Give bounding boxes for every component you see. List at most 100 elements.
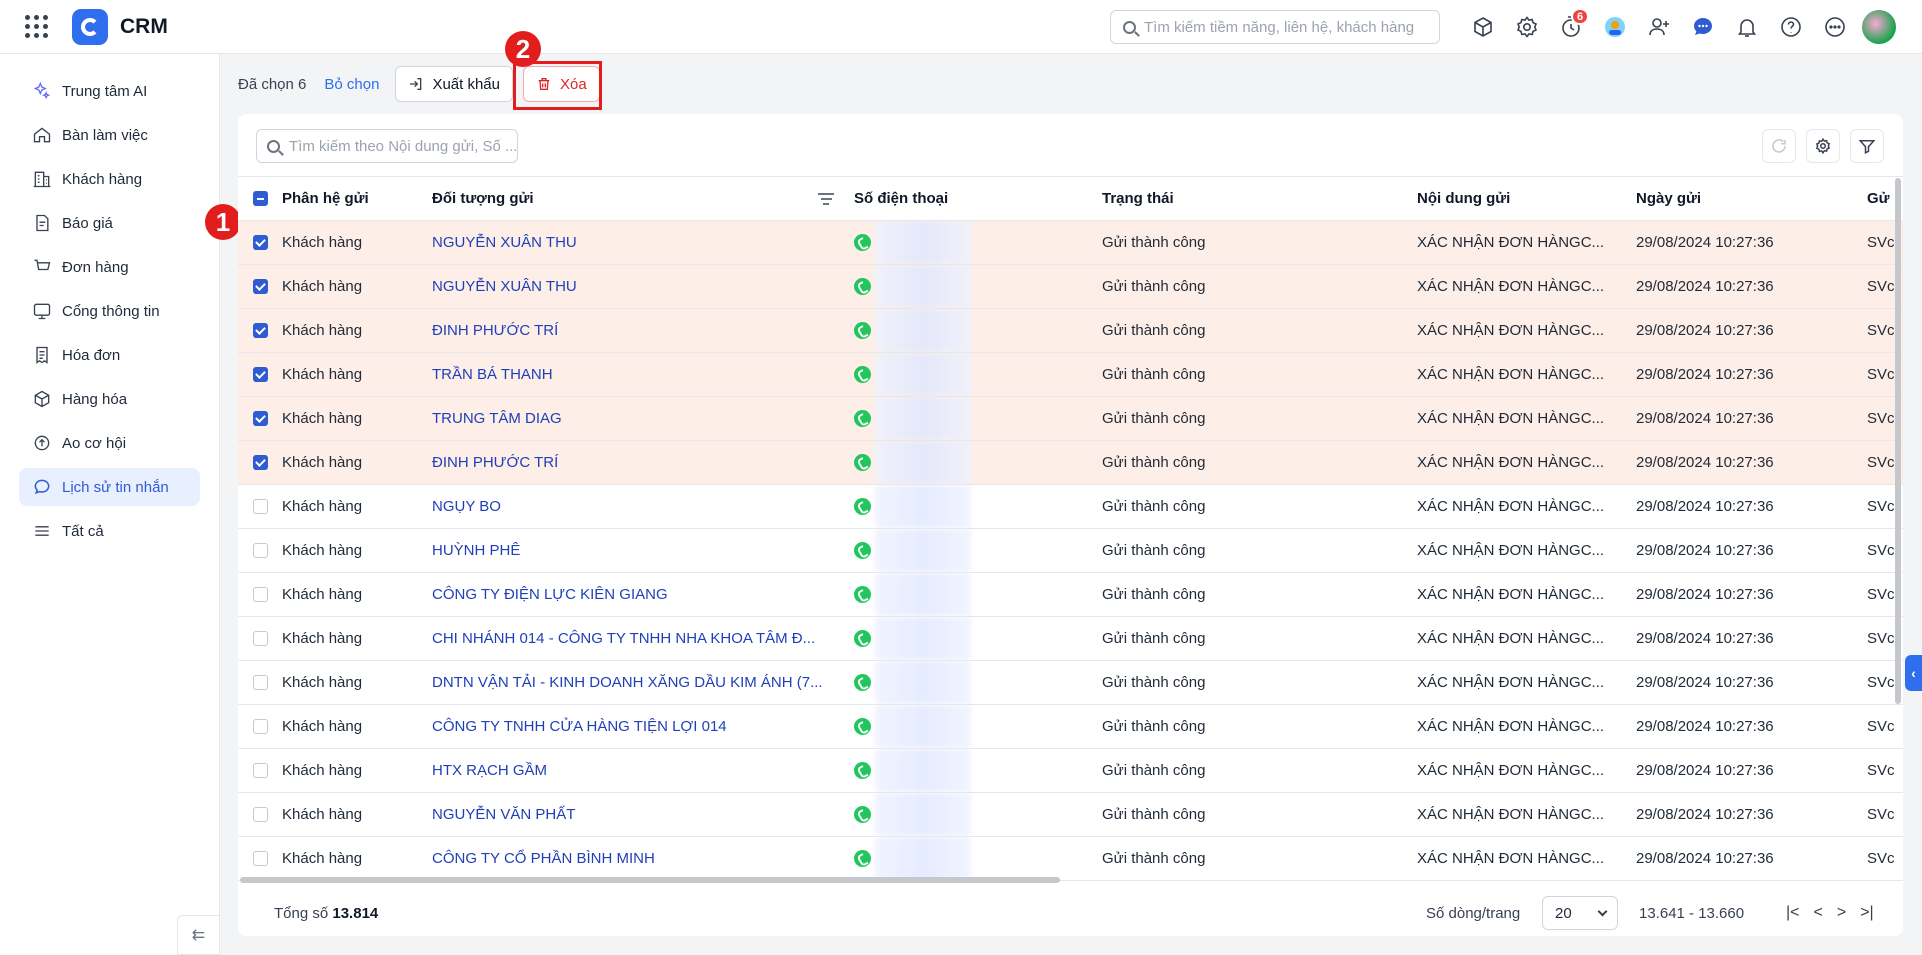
phone-icon[interactable] (854, 454, 871, 471)
sidebar-item-menu[interactable]: Tất cả (19, 512, 200, 550)
settings-gear-icon[interactable] (1509, 9, 1545, 45)
column-header-status[interactable]: Trạng thái (1102, 176, 1417, 221)
timer-icon[interactable]: 6 (1553, 8, 1589, 45)
target-link[interactable]: DNTN VẬN TẢI - KINH DOANH XĂNG DẦU KIM Á… (432, 674, 823, 691)
target-link[interactable]: CÔNG TY CỔ PHẦN BÌNH MINH (432, 850, 655, 867)
column-header-module[interactable]: Phân hệ gửi (282, 176, 432, 221)
next-page-icon[interactable]: > (1837, 904, 1846, 922)
column-filter-icon[interactable] (818, 190, 834, 208)
column-header-phone[interactable]: Số điện thoại (854, 176, 1102, 221)
phone-icon[interactable] (854, 234, 871, 251)
more-icon[interactable] (1817, 9, 1853, 45)
row-checkbox[interactable] (253, 455, 268, 470)
row-checkbox[interactable] (253, 367, 268, 382)
clear-selection-link[interactable]: Bỏ chọn (324, 76, 379, 93)
sidebar-item-sparkles[interactable]: Trung tâm AI (19, 72, 200, 110)
phone-icon[interactable] (854, 542, 871, 559)
help-icon[interactable] (1773, 9, 1809, 45)
row-checkbox[interactable] (253, 499, 268, 514)
target-link[interactable]: NGỤY BO (432, 498, 501, 515)
target-link[interactable]: CHI NHÁNH 014 - CÔNG TY TNHH NHA KHOA TÂ… (432, 630, 815, 647)
prev-page-icon[interactable]: < (1814, 904, 1823, 922)
sidebar-item-quote-doc[interactable]: Báo giá (19, 204, 200, 242)
bell-icon[interactable] (1729, 9, 1765, 45)
table-row[interactable]: Khách hàng NGUYỄN XUÂN THU Gửi thành công X… (238, 220, 1903, 265)
target-link[interactable]: NGUYỄN XUÂN THU (432, 278, 577, 295)
row-checkbox[interactable] (253, 411, 268, 426)
phone-icon[interactable] (854, 718, 871, 735)
phone-icon[interactable] (854, 630, 871, 647)
row-checkbox[interactable] (253, 235, 268, 250)
table-settings-button[interactable] (1806, 129, 1840, 163)
table-row[interactable]: Khách hàng NGUYỄN VĂN PHẤT Gửi thành công X… (238, 792, 1903, 837)
sidebar-item-building[interactable]: Khách hàng (19, 160, 200, 198)
last-page-icon[interactable]: >| (1860, 904, 1874, 922)
table-row[interactable]: Khách hàng ĐINH PHƯỚC TRÍ Gửi thành công XÁ… (238, 308, 1903, 353)
chat-bubble-icon[interactable] (1685, 9, 1721, 45)
phone-icon[interactable] (854, 674, 871, 691)
sidebar-item-chat[interactable]: Lịch sử tin nhắn (19, 468, 200, 506)
vertical-scrollbar[interactable] (1895, 178, 1901, 704)
filter-button[interactable] (1850, 129, 1884, 163)
add-user-icon[interactable] (1641, 9, 1677, 45)
sidebar-item-home[interactable]: Bàn làm việc (19, 116, 200, 154)
target-link[interactable]: TRẦN BÁ THANH (432, 366, 553, 383)
target-link[interactable]: NGUYỄN XUÂN THU (432, 234, 577, 251)
row-checkbox[interactable] (253, 587, 268, 602)
sidebar-item-box[interactable]: Hàng hóa (19, 380, 200, 418)
sidebar-item-opportunity[interactable]: Ao cơ hội (19, 424, 200, 462)
table-row[interactable]: Khách hàng HTX RẠCH GẦM Gửi thành công XÁC … (238, 748, 1903, 793)
table-row[interactable]: Khách hàng TRUNG TÂM DIAG Gửi thành công XÁ… (238, 396, 1903, 441)
row-checkbox[interactable] (253, 763, 268, 778)
phone-icon[interactable] (854, 410, 871, 427)
target-link[interactable]: HUỲNH PHÊ (432, 542, 520, 559)
phone-icon[interactable] (854, 278, 871, 295)
sidebar-item-portal[interactable]: Cổng thông tin (19, 292, 200, 330)
sidebar-item-invoice[interactable]: Hóa đơn (19, 336, 200, 374)
sidebar-item-cart[interactable]: Đơn hàng (19, 248, 200, 286)
global-search-input[interactable]: Tìm kiếm tiềm năng, liên hệ, khách hàng (1110, 10, 1440, 44)
table-row[interactable]: Khách hàng CÔNG TY TNHH CỬA HÀNG TIỆN LỢI… (238, 704, 1903, 749)
row-checkbox[interactable] (253, 675, 268, 690)
table-row[interactable]: Khách hàng CHI NHÁNH 014 - CÔNG TY TNHH N… (238, 616, 1903, 661)
phone-icon[interactable] (854, 762, 871, 779)
row-checkbox[interactable] (253, 543, 268, 558)
column-header-date[interactable]: Ngày gửi (1636, 176, 1867, 221)
refresh-button[interactable] (1762, 129, 1796, 163)
table-row[interactable]: Khách hàng NGUYỄN XUÂN THU Gửi thành công X… (238, 264, 1903, 309)
user-avatar[interactable] (1861, 9, 1897, 45)
app-launcher-button[interactable] (0, 0, 72, 54)
target-link[interactable]: NGUYỄN VĂN PHẤT (432, 806, 575, 823)
row-checkbox[interactable] (253, 807, 268, 822)
first-page-icon[interactable]: |< (1786, 904, 1800, 922)
table-row[interactable]: Khách hàng DNTN VẬN TẢI - KINH DOANH XĂNG… (238, 660, 1903, 705)
target-link[interactable]: HTX RẠCH GẦM (432, 762, 547, 779)
phone-icon[interactable] (854, 322, 871, 339)
phone-icon[interactable] (854, 498, 871, 515)
row-checkbox[interactable] (253, 631, 268, 646)
table-row[interactable]: Khách hàng TRẦN BÁ THANH Gửi thành công XÁC… (238, 352, 1903, 397)
phone-icon[interactable] (854, 850, 871, 867)
select-all-checkbox[interactable] (253, 191, 268, 206)
target-link[interactable]: TRUNG TÂM DIAG (432, 410, 562, 427)
target-link[interactable]: CÔNG TY ĐIỆN LỰC KIÊN GIANG (432, 586, 668, 603)
phone-icon[interactable] (854, 806, 871, 823)
collapse-sidebar-button[interactable]: ⇇ (177, 915, 220, 955)
table-search-input[interactable]: Tìm kiếm theo Nội dung gửi, Số ... (256, 129, 518, 163)
column-header-target[interactable]: Đối tượng gửi (432, 176, 854, 221)
expand-panel-tab[interactable]: ‹ (1905, 655, 1922, 691)
row-checkbox[interactable] (253, 279, 268, 294)
row-checkbox[interactable] (253, 719, 268, 734)
cube-search-icon[interactable] (1465, 9, 1501, 45)
phone-icon[interactable] (854, 366, 871, 383)
target-link[interactable]: ĐINH PHƯỚC TRÍ (432, 454, 558, 471)
row-checkbox[interactable] (253, 323, 268, 338)
row-checkbox[interactable] (253, 851, 268, 866)
table-row[interactable]: Khách hàng CÔNG TY ĐIỆN LỰC KIÊN GIANG Gửi… (238, 572, 1903, 617)
table-row[interactable]: Khách hàng NGỤY BO Gửi thành công XÁC NHẬN … (238, 484, 1903, 529)
table-row[interactable]: Khách hàng CÔNG TY CỔ PHẦN BÌNH MINH Gửi t… (238, 836, 1903, 881)
column-header-content[interactable]: Nội dung gửi (1417, 176, 1636, 221)
rows-per-page-select[interactable]: 20 (1542, 896, 1618, 930)
table-row[interactable]: Khách hàng ĐINH PHƯỚC TRÍ Gửi thành công XÁ… (238, 440, 1903, 485)
phone-icon[interactable] (854, 586, 871, 603)
